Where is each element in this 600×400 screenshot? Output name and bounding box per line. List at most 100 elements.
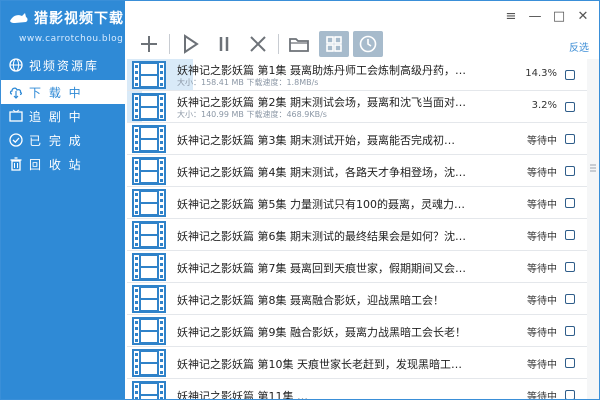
download-list: 妖神记之影妖篇 第1集 聂离助炼丹师工会炼制高级丹药，… 大小：158.41 MB… [127,59,587,400]
video-file-icon [132,93,166,121]
invert-selection-link[interactable]: 反选 [569,39,589,54]
scrollbar-grip-icon[interactable] [590,159,596,177]
toolbar-divider [278,34,279,54]
download-row[interactable]: 妖神记之影妖篇 第2集 期末测试会场，聂离和沈飞当面对… 大小：140.99 MB… [127,91,587,123]
close-button[interactable]: ✕ [573,7,593,25]
download-title: 妖神记之影妖篇 第9集 融合影妖，聂离力战黑暗工会长老！ [177,326,466,339]
select-checkbox[interactable] [565,166,575,176]
tv-icon [9,109,23,122]
video-file-icon [132,381,166,399]
select-checkbox[interactable] [565,198,575,208]
maximize-button[interactable]: □ [549,7,569,25]
sidebar-item-label: 视频资源库 [29,58,100,73]
globe-icon [9,58,23,72]
clock-icon [359,35,377,53]
grid-view-icon [326,36,342,52]
app-title: 猎影视频下载 [34,11,124,27]
download-meta: 大小：158.41 MB 下载速度：1.8MB/s [177,78,319,87]
download-status: 等待中 [527,200,557,211]
download-title: 妖神记之影妖篇 第1集 聂离助炼丹师工会炼制高级丹药，… [177,64,466,77]
download-row[interactable]: 妖神记之影妖篇 第9集 融合影妖，聂离力战黑暗工会长老！ 等待中 [127,315,587,347]
app-window: 猎影视频下载 www.carrotchou.blog 视频资源库 下 载 中 追… [0,0,600,400]
video-file-icon [132,285,166,313]
pause-button[interactable] [210,31,238,57]
sidebar-item-following[interactable]: 追 剧 中 [1,104,125,128]
grid-view-button[interactable] [319,31,349,57]
app-url: www.carrotchou.blog [19,34,124,44]
open-folder-button[interactable] [285,31,313,57]
sidebar-item-completed[interactable]: 已 完 成 [1,128,125,152]
sidebar-item-downloading[interactable]: 下 载 中 [1,80,125,104]
download-status: 14.3% [525,68,557,79]
video-file-icon [132,157,166,185]
schedule-button[interactable] [353,31,383,57]
download-title: 妖神记之影妖篇 第8集 聂离融合影妖，迎战黑暗工会！ [177,294,444,307]
download-row[interactable]: 妖神记之影妖篇 第10集 天痕世家长老赶到，发现黑暗工… 等待中 [127,347,587,379]
delete-x-icon [250,36,266,52]
download-title: 妖神记之影妖篇 第10集 天痕世家长老赶到，发现黑暗工… [177,358,462,371]
download-row[interactable]: 妖神记之影妖篇 第3集 期末测试开始，聂离能否完成初… 等待中 [127,123,587,155]
select-checkbox[interactable] [565,134,575,144]
start-button[interactable] [176,31,204,57]
download-status: 等待中 [527,168,557,179]
minimize-button[interactable]: — [525,7,545,25]
download-title: 妖神记之影妖篇 第7集 聂离回到天痕世家，假期期间又会… [177,262,466,275]
download-row[interactable]: 妖神记之影妖篇 第1集 聂离助炼丹师工会炼制高级丹药，… 大小：158.41 MB… [127,59,587,91]
plus-icon [141,36,157,52]
video-file-icon [132,349,166,377]
brand: 猎影视频下载 [9,7,124,29]
download-title: 妖神记之影妖篇 第11集 … [177,390,308,400]
select-checkbox[interactable] [565,230,575,240]
download-row[interactable]: 妖神记之影妖篇 第4集 期末测试，各路天才争相登场，沈… 等待中 [127,155,587,187]
sidebar-nav: 视频资源库 下 载 中 追 剧 中 已 完 成 回 收 站 [1,53,125,176]
video-file-icon [132,189,166,217]
folder-icon [289,38,309,52]
select-checkbox[interactable] [565,294,575,304]
download-title: 妖神记之影妖篇 第6集 期末测试的最终结果会是如何？沈… [177,230,466,243]
trash-icon [10,157,22,171]
video-file-icon [132,221,166,249]
select-checkbox[interactable] [565,102,575,112]
download-row[interactable]: 妖神记之影妖篇 第7集 聂离回到天痕世家，假期期间又会… 等待中 [127,251,587,283]
sidebar-item-label: 已 完 成 [29,133,83,148]
select-checkbox[interactable] [565,262,575,272]
video-file-icon [132,253,166,281]
download-title: 妖神记之影妖篇 第4集 期末测试，各路天才争相登场，沈… [177,166,466,179]
download-title: 妖神记之影妖篇 第3集 期末测试开始，聂离能否完成初… [177,134,455,147]
download-status: 等待中 [527,136,557,147]
sidebar-item-label: 回 收 站 [29,157,83,172]
download-row[interactable]: 妖神记之影妖篇 第8集 聂离融合影妖，迎战黑暗工会！ 等待中 [127,283,587,315]
download-status: 等待中 [527,296,557,307]
sidebar-item-trash[interactable]: 回 收 站 [1,152,125,176]
delete-button[interactable] [244,31,272,57]
download-row[interactable]: 妖神记之影妖篇 第6集 期末测试的最终结果会是如何？沈… 等待中 [127,219,587,251]
sidebar-item-library[interactable]: 视频资源库 [1,53,125,77]
video-file-icon [132,61,166,89]
sidebar: 猎影视频下载 www.carrotchou.blog 视频资源库 下 载 中 追… [1,1,125,399]
download-meta: 大小：140.99 MB 下载速度：468.9KB/s [177,110,327,119]
download-status: 等待中 [527,392,557,400]
select-checkbox[interactable] [565,326,575,336]
select-checkbox[interactable] [565,70,575,80]
download-status: 等待中 [527,360,557,371]
download-row[interactable]: 妖神记之影妖篇 第11集 … 等待中 [127,379,587,400]
toolbar: 反选 [125,29,599,59]
window-controls: ≡ — □ ✕ [501,7,593,25]
video-file-icon [132,125,166,153]
add-button[interactable] [135,31,163,57]
download-row[interactable]: 妖神记之影妖篇 第5集 力量测试只有100的聂离，灵魂力… 等待中 [127,187,587,219]
menu-button[interactable]: ≡ [501,7,521,25]
select-checkbox[interactable] [565,390,575,399]
download-status: 等待中 [527,232,557,243]
check-circle-icon [9,133,23,147]
cat-logo-icon [10,13,28,23]
play-icon [184,34,199,54]
vertical-scrollbar[interactable] [587,59,599,399]
download-status: 等待中 [527,328,557,339]
toolbar-divider [169,34,170,54]
download-title: 妖神记之影妖篇 第5集 力量测试只有100的聂离，灵魂力… [177,198,465,211]
download-status: 等待中 [527,264,557,275]
sidebar-item-label: 下 载 中 [29,85,83,100]
cloud-download-icon [9,87,22,99]
select-checkbox[interactable] [565,358,575,368]
